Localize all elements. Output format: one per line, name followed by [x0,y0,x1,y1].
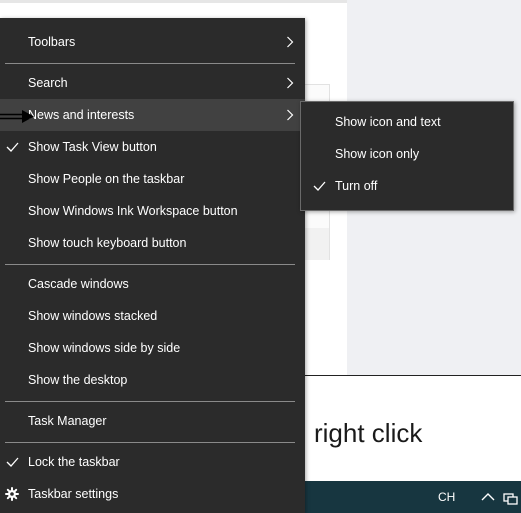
menu-item-label: Taskbar settings [28,487,119,501]
menu-item-show-windows-stacked[interactable]: Show windows stacked [0,300,305,332]
menu-item-toolbars[interactable]: Toolbars [0,26,305,58]
input-language-indicator[interactable]: CH [438,481,455,513]
menu-item-cascade-windows[interactable]: Cascade windows [0,268,305,300]
submenu-item-turn-off[interactable]: Turn off [301,170,513,202]
menu-item-lock-the-taskbar[interactable]: Lock the taskbar [0,446,305,478]
menu-item-label: News and interests [28,108,135,122]
news-and-interests-submenu: Show icon and text Show icon only Turn o… [300,101,514,211]
submenu-item-label: Show icon and text [335,115,441,129]
network-icon[interactable] [503,492,519,506]
menu-separator [5,63,295,64]
menu-item-task-manager[interactable]: Task Manager [0,405,305,437]
menu-item-show-people[interactable]: Show People on the taskbar [0,163,305,195]
menu-item-show-windows-ink[interactable]: Show Windows Ink Workspace button [0,195,305,227]
menu-item-show-touch-keyboard[interactable]: Show touch keyboard button [0,227,305,259]
instruction-text: right click [314,418,423,448]
chevron-up-icon[interactable] [481,492,495,502]
menu-item-search[interactable]: Search [0,67,305,99]
menu-item-show-the-desktop[interactable]: Show the desktop [0,364,305,396]
menu-item-label: Lock the taskbar [28,455,120,469]
checkmark-icon [6,457,19,467]
menu-item-show-task-view-button[interactable]: Show Task View button [0,131,305,163]
menu-item-label: Show Task View button [28,140,157,154]
menu-item-show-windows-side-by-side[interactable]: Show windows side by side [0,332,305,364]
chevron-right-icon [287,109,294,121]
menu-item-label: Toolbars [28,35,76,49]
submenu-item-show-icon-only[interactable]: Show icon only [301,138,513,170]
submenu-item-label: Turn off [335,179,378,193]
menu-item-news-and-interests[interactable]: News and interests [0,99,305,131]
submenu-item-label: Show icon only [335,147,420,161]
menu-separator [5,264,295,265]
gear-icon [5,487,19,501]
chevron-right-icon [287,36,294,48]
menu-item-label: Show windows side by side [28,341,181,355]
checkmark-icon [6,142,19,152]
menu-item-label: Show the desktop [28,373,128,387]
menu-item-label: Task Manager [28,414,107,428]
menu-item-label: Search [28,76,68,90]
menu-item-label: Cascade windows [28,277,129,291]
submenu-item-show-icon-and-text[interactable]: Show icon and text [301,106,513,138]
menu-separator [5,401,295,402]
taskbar-context-menu: Toolbars Search News and interests Show … [0,18,305,513]
chevron-right-icon [287,77,294,89]
checkmark-icon [313,181,326,191]
pointer-arrow-icon [0,110,34,123]
menu-item-label: Show Windows Ink Workspace button [28,204,238,218]
menu-separator [5,442,295,443]
menu-item-label: Show windows stacked [28,309,158,323]
menu-item-label: Show People on the taskbar [28,172,185,186]
menu-item-taskbar-settings[interactable]: Taskbar settings [0,478,305,510]
menu-item-label: Show touch keyboard button [28,236,187,250]
